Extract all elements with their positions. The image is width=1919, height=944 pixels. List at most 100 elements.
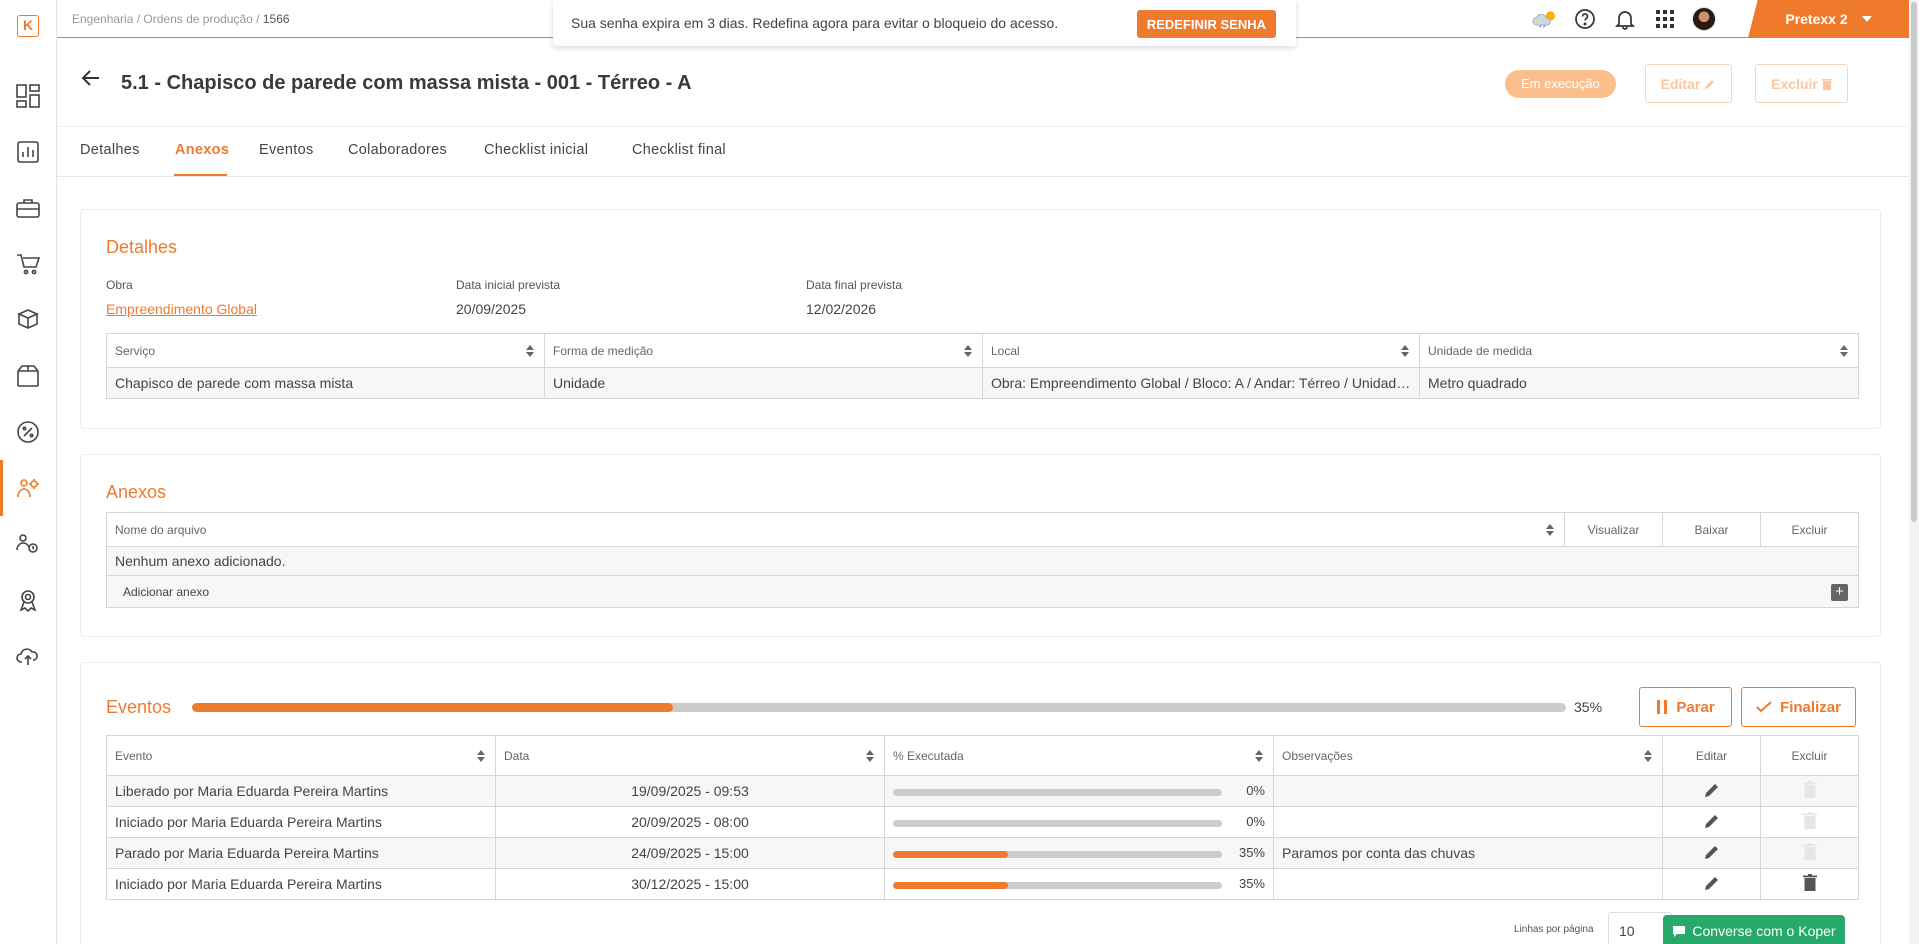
edit-button[interactable]: Editar	[1645, 64, 1732, 103]
tab-anexos[interactable]: Anexos	[175, 142, 229, 158]
row-progress-label: 0%	[1246, 783, 1265, 798]
obra-link[interactable]: Empreendimento Global	[106, 301, 257, 317]
table-cell: Chapisco de parede com massa mista	[106, 367, 545, 399]
pencil-icon[interactable]	[1703, 812, 1721, 830]
details-table: Serviço Forma de medição Local Unidade d…	[106, 333, 1859, 399]
percent-icon[interactable]	[14, 418, 42, 446]
password-expiry-alert: Sua senha expira em 3 dias. Redefina ago…	[553, 0, 1296, 46]
add-attachment-row[interactable]: Adicionar anexo +	[106, 575, 1859, 608]
delete-cell	[1760, 775, 1859, 807]
progress-cell: 35%	[884, 837, 1274, 869]
attachments-title: Anexos	[106, 482, 167, 502]
table-header[interactable]: Forma de medição	[544, 333, 983, 368]
add-attachment-label[interactable]: Adicionar anexo	[123, 585, 209, 599]
app-logo[interactable]: K	[17, 15, 39, 37]
team-settings-icon[interactable]	[14, 530, 42, 558]
sort-icon[interactable]	[1546, 524, 1554, 536]
sort-icon[interactable]	[964, 345, 972, 357]
weather-icon[interactable]	[1532, 7, 1558, 31]
briefcase-icon[interactable]	[14, 194, 42, 222]
sort-icon[interactable]	[1401, 345, 1409, 357]
table-header[interactable]: Unidade de medida	[1419, 333, 1859, 368]
stop-button[interactable]: Parar	[1639, 687, 1732, 727]
tab-checklist-final[interactable]: Checklist final	[632, 142, 726, 158]
pencil-icon[interactable]	[1703, 874, 1721, 892]
breadcrumb-engenharia[interactable]: Engenharia	[72, 12, 133, 26]
row-progress-bar	[893, 819, 1222, 827]
cart-icon[interactable]	[14, 250, 42, 278]
tab-checklist-inicial[interactable]: Checklist inicial	[484, 142, 588, 158]
events-table: Evento Data % Executada Observações Edit…	[106, 735, 1859, 900]
award-icon[interactable]	[14, 586, 42, 614]
scrollbar-thumb[interactable]	[1911, 2, 1917, 522]
table-header[interactable]: Serviço	[106, 333, 545, 368]
package-icon[interactable]	[14, 362, 42, 390]
user-menu-button[interactable]: Pretexx 2	[1748, 0, 1909, 38]
pause-icon	[1657, 700, 1668, 714]
sort-icon[interactable]	[526, 345, 534, 357]
table-header[interactable]: % Executada	[884, 735, 1274, 776]
help-icon[interactable]	[1572, 7, 1598, 31]
user-name: Pretexx 2	[1785, 11, 1848, 27]
progress-cell: 0%	[884, 806, 1274, 838]
apps-grid-icon[interactable]	[1652, 7, 1678, 31]
table-header[interactable]: Evento	[106, 735, 496, 776]
active-tab-indicator	[174, 174, 227, 176]
dashboard-icon[interactable]	[14, 82, 42, 110]
sort-icon[interactable]	[1644, 750, 1652, 762]
table-row: Nenhum anexo adicionado.	[106, 546, 1859, 576]
table-header: Excluir	[1760, 512, 1859, 547]
table-row: Parado por Maria Eduarda Pereira Martins…	[106, 837, 1859, 869]
sort-icon[interactable]	[477, 750, 485, 762]
chat-button-label: Converse com o Koper	[1692, 923, 1836, 939]
engineering-icon[interactable]	[14, 474, 42, 502]
bell-icon[interactable]	[1612, 7, 1638, 31]
table-header[interactable]: Data	[495, 735, 885, 776]
breadcrumb: Engenharia / Ordens de produção / 1566	[72, 12, 290, 26]
avatar[interactable]	[1692, 7, 1716, 31]
reset-password-button[interactable]: REDEFINIR SENHA	[1136, 10, 1276, 38]
bar-chart-icon[interactable]	[14, 138, 42, 166]
sort-icon[interactable]	[866, 750, 874, 762]
scrollbar[interactable]	[1909, 0, 1919, 944]
date-cell: 24/09/2025 - 15:00	[495, 837, 885, 869]
table-row: Chapisco de parede com massa mista Unida…	[106, 367, 1859, 399]
boxes-icon[interactable]	[14, 306, 42, 334]
attachments-table: Nome do arquivo Visualizar Baixar Exclui…	[106, 512, 1859, 608]
top-icons	[1532, 7, 1716, 31]
delete-cell	[1760, 806, 1859, 838]
row-progress-fill	[893, 850, 1009, 858]
date-cell: 20/09/2025 - 08:00	[495, 806, 885, 838]
tab-eventos[interactable]: Eventos	[259, 142, 314, 158]
finish-button[interactable]: Finalizar	[1741, 687, 1856, 727]
observation-cell	[1273, 775, 1663, 807]
delete-button[interactable]: Excluir	[1755, 64, 1848, 103]
trash-icon[interactable]	[1802, 874, 1817, 891]
table-row: Iniciado por Maria Eduarda Pereira Marti…	[106, 806, 1859, 838]
start-date-value: 20/09/2025	[456, 301, 527, 317]
trash-icon	[1802, 812, 1817, 829]
back-arrow-icon[interactable]	[81, 69, 101, 92]
tab-detalhes[interactable]: Detalhes	[80, 142, 140, 158]
breadcrumb-ordens[interactable]: Ordens de produção	[143, 12, 252, 26]
cloud-upload-icon[interactable]	[14, 642, 42, 670]
tab-colaboradores[interactable]: Colaboradores	[348, 142, 447, 158]
pencil-icon[interactable]	[1703, 781, 1721, 799]
table-header[interactable]: Observações	[1273, 735, 1663, 776]
tab-bar: Detalhes Anexos Eventos Colaboradores Ch…	[57, 128, 1909, 177]
row-progress-bar	[893, 788, 1222, 796]
start-date-label: Data inicial prevista	[456, 278, 561, 292]
sort-icon[interactable]	[1255, 750, 1263, 762]
details-title: Detalhes	[106, 237, 178, 257]
pencil-icon[interactable]	[1703, 843, 1721, 861]
rows-per-page-value: 10	[1619, 923, 1635, 939]
row-progress-label: 35%	[1238, 845, 1265, 860]
table-header[interactable]: Local	[982, 333, 1420, 368]
event-cell: Parado por Maria Eduarda Pereira Martins	[106, 837, 496, 869]
plus-icon[interactable]: +	[1831, 584, 1848, 601]
edit-cell	[1662, 837, 1761, 869]
chat-button[interactable]: Converse com o Koper	[1663, 915, 1845, 944]
sort-icon[interactable]	[1840, 345, 1848, 357]
events-progress-fill	[192, 703, 673, 712]
table-header[interactable]: Nome do arquivo	[106, 512, 1565, 547]
